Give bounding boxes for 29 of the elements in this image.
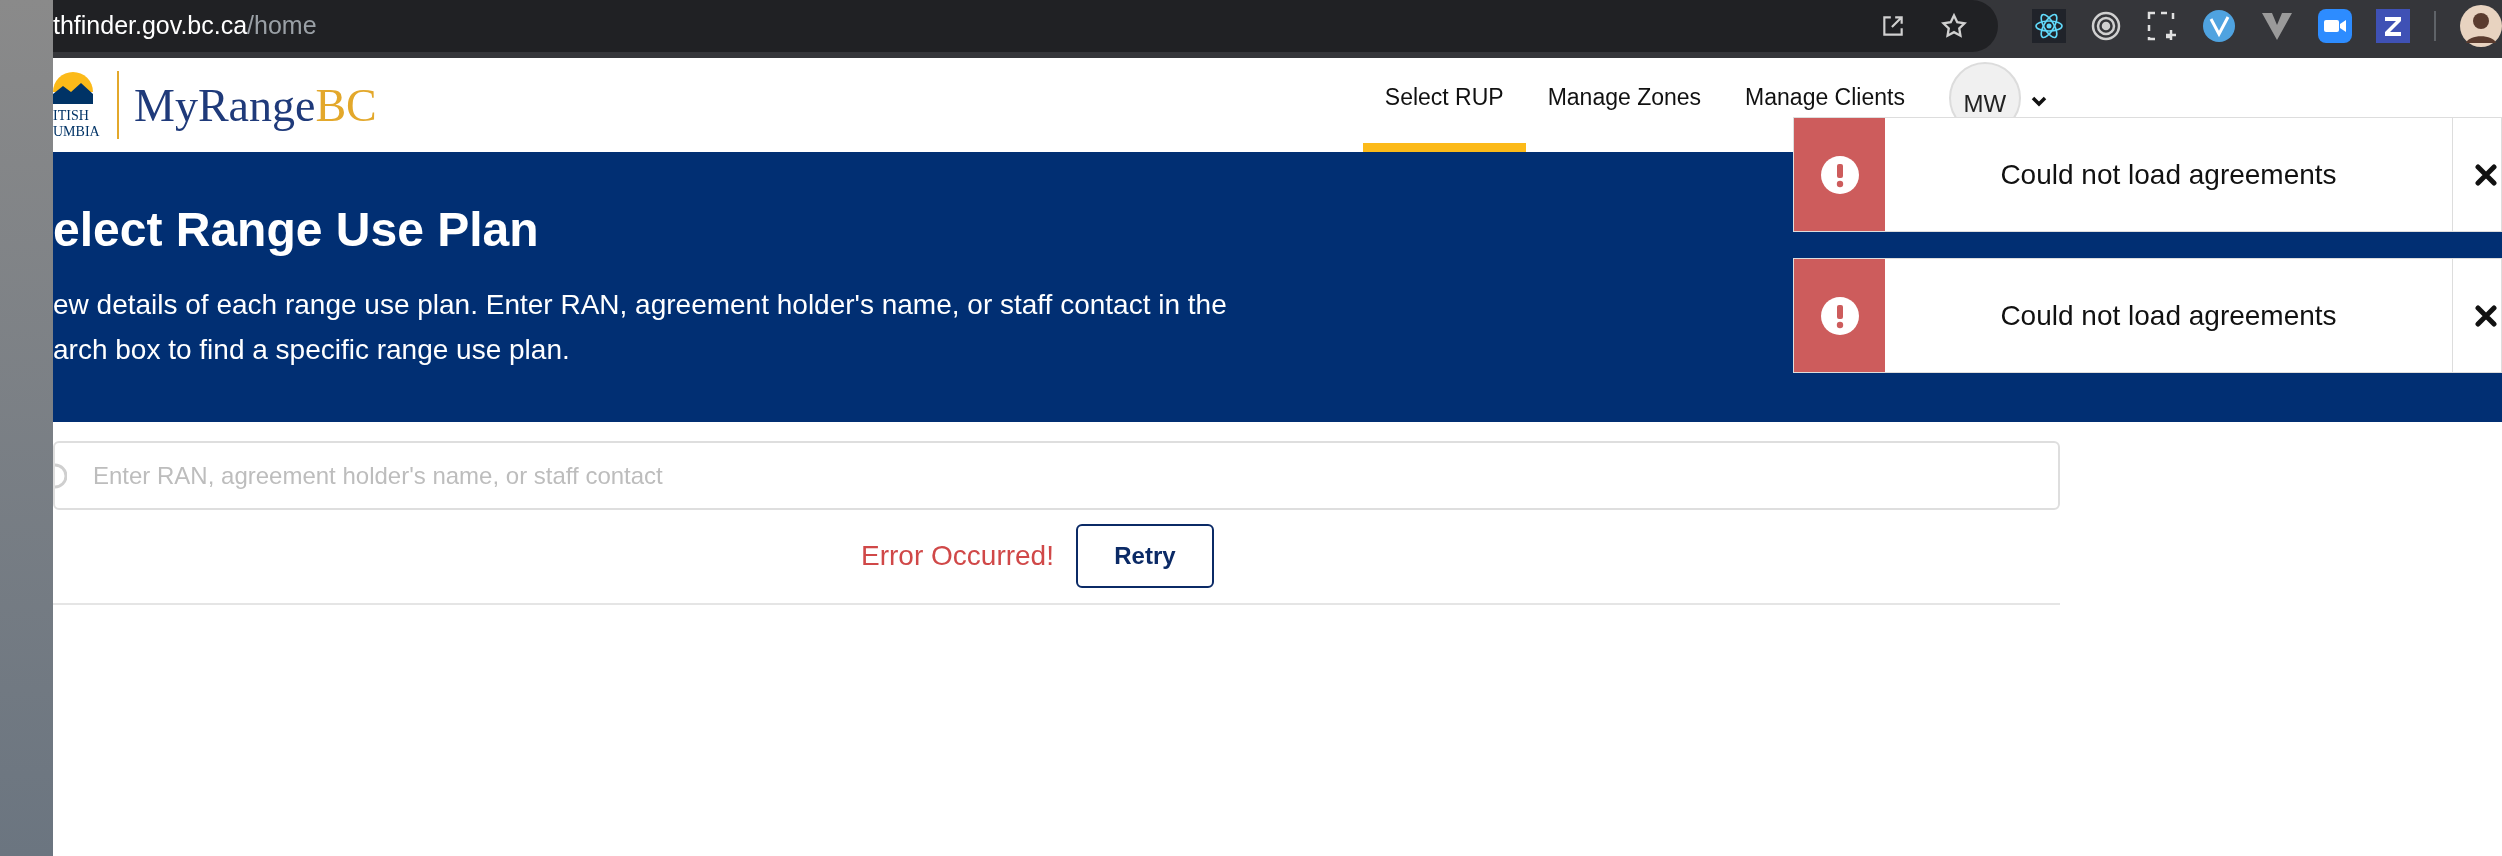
error-message: Error Occurred! bbox=[861, 539, 1054, 573]
page-description: arch box to find a specific range use plan. bbox=[53, 333, 570, 367]
page-title: elect Range Use Plan bbox=[53, 202, 540, 258]
v-icon[interactable] bbox=[2260, 11, 2294, 41]
page-description: ew details of each range use plan. Enter RAN, agreement holder's name, or staff contact in the bbox=[53, 288, 1227, 322]
chevron-down-icon[interactable] bbox=[2030, 96, 2047, 108]
star-icon[interactable] bbox=[1940, 12, 1968, 40]
logo-text: ITISH bbox=[53, 108, 90, 124]
target-icon[interactable] bbox=[2090, 10, 2122, 42]
avatar-icon[interactable] bbox=[2460, 5, 2502, 47]
share-icon[interactable] bbox=[1880, 13, 1906, 39]
logo-text: UMBIA bbox=[53, 124, 100, 140]
url-text: thfinder.gov.bc.ca/home bbox=[53, 10, 317, 42]
close-icon bbox=[2475, 163, 2497, 186]
address-bar[interactable]: thfinder.gov.bc.ca/home bbox=[53, 0, 1998, 52]
search-field[interactable]: Enter RAN, agreement holder's name, or staff contact bbox=[53, 441, 2060, 510]
toast-message: Could not load agreements bbox=[2000, 157, 2337, 192]
alert-icon bbox=[1820, 155, 1859, 194]
retry-button[interactable]: Retry bbox=[1075, 524, 1214, 588]
video-camera-icon[interactable] bbox=[2318, 9, 2352, 43]
brand-name: MyRangeBC bbox=[134, 78, 377, 133]
alert-icon bbox=[1820, 296, 1859, 335]
toast-message: Could not load agreements bbox=[2000, 298, 2337, 333]
atom-icon[interactable] bbox=[2032, 9, 2066, 43]
crop-icon[interactable] bbox=[2146, 10, 2178, 42]
nav-tab[interactable]: Manage Zones bbox=[1525, 58, 1724, 152]
spinner-icon bbox=[55, 463, 67, 489]
z-letter-icon[interactable] bbox=[2376, 9, 2410, 43]
close-icon bbox=[2475, 304, 2497, 327]
